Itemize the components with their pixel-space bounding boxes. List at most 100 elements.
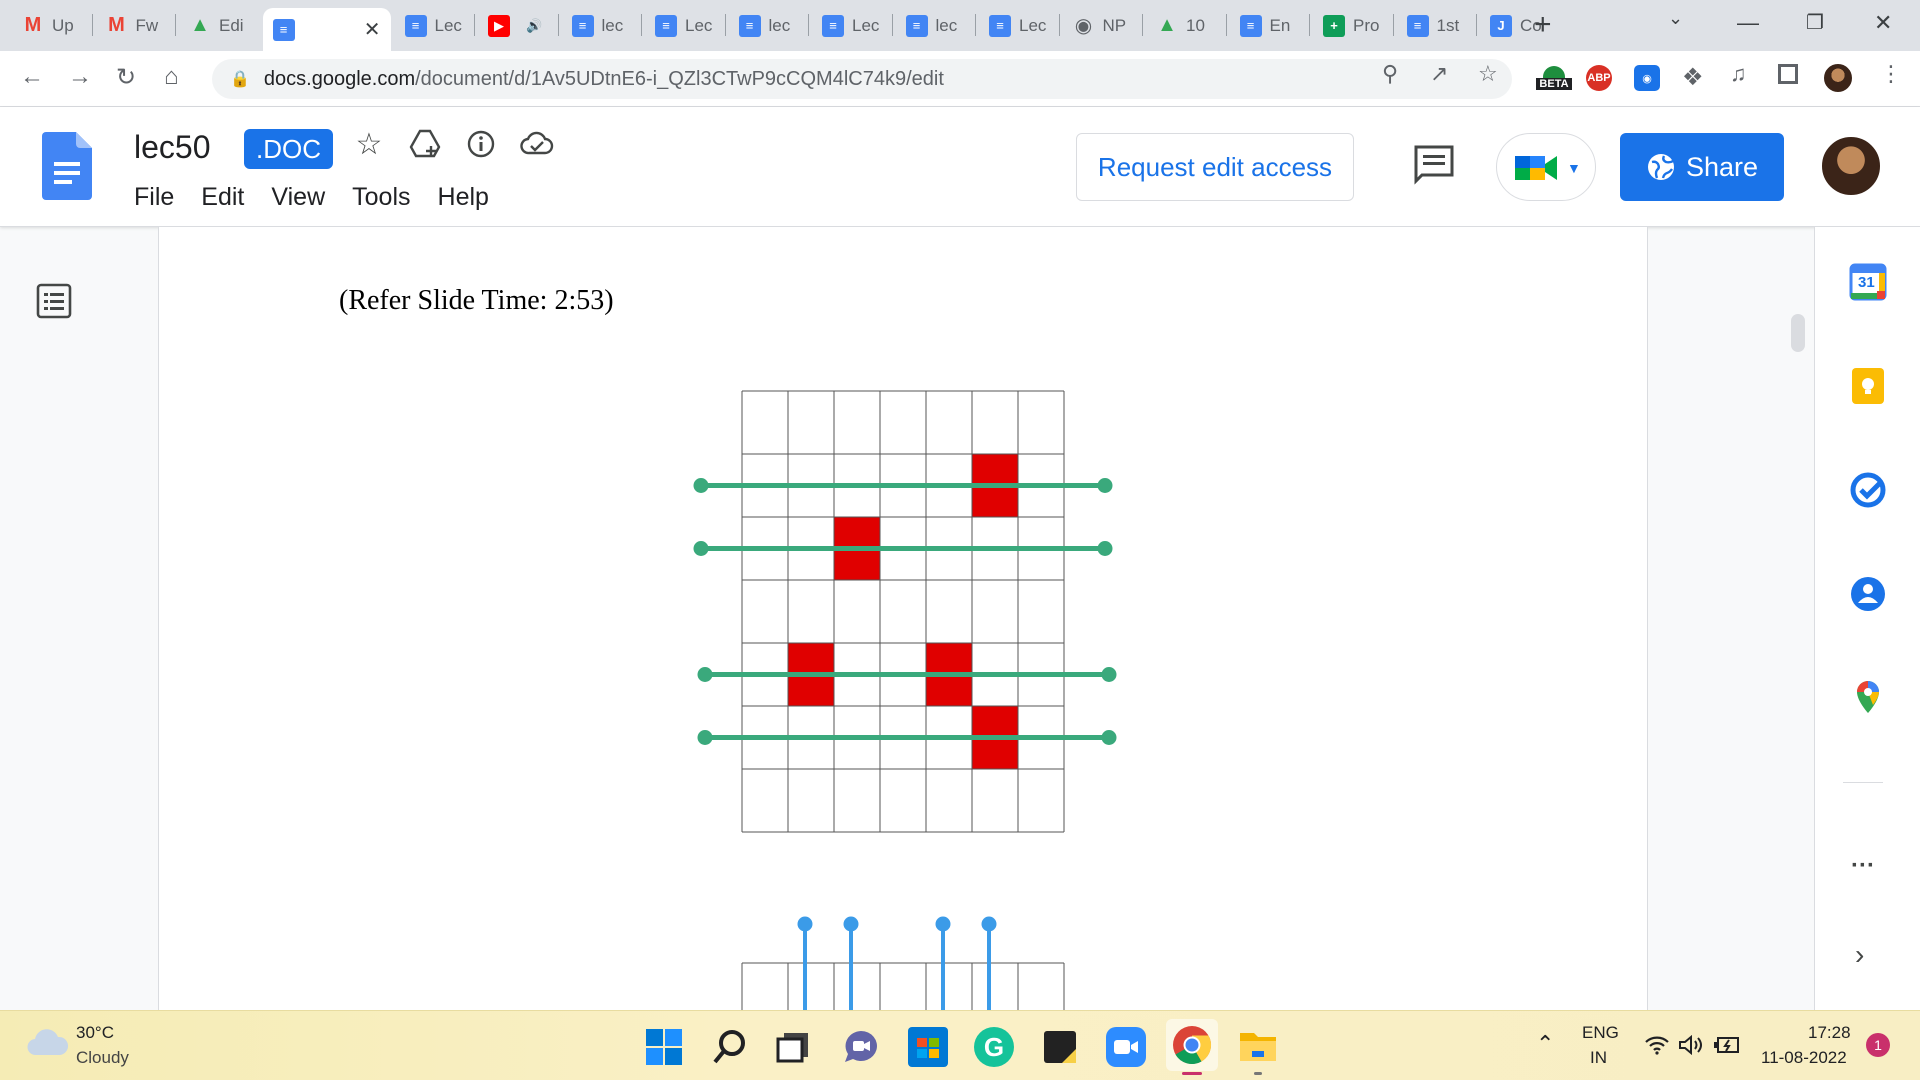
browser-tab[interactable]: ≡ lec [896,8,972,43]
browser-tab[interactable]: ≡ Lec [979,8,1055,43]
browser-tab[interactable]: ≡ ✕ [262,8,391,51]
browser-tab[interactable]: + Pro [1313,8,1389,43]
close-tab-icon[interactable]: ✕ [364,17,381,42]
drive-icon: ▲ [190,14,210,36]
browser-tab[interactable]: ≡ Lec [395,8,471,43]
more-apps-icon[interactable]: ··· [1851,852,1875,880]
profile-avatar[interactable] [1822,62,1854,94]
share-page-icon[interactable]: ↗ [1430,61,1448,87]
browser-tab[interactable]: ◉ NP [1063,8,1139,43]
battery-charging-icon[interactable] [1712,1035,1742,1055]
search-icon[interactable] [712,1029,748,1065]
browser-tab[interactable]: ≡ En [1230,8,1306,43]
weather-condition[interactable]: Cloudy [76,1048,129,1068]
tab-separator [1392,14,1394,36]
zoom-app-icon[interactable] [1106,1027,1146,1067]
wifi-icon[interactable] [1644,1035,1670,1055]
address-bar[interactable]: 🔒 docs.google.com/document/d/1Av5UDtnE6-… [212,59,1512,99]
zoom-icon[interactable]: ⚲ [1382,61,1398,87]
file-type-badge: .DOC [244,129,333,169]
adblock-extension-icon[interactable]: ABP [1586,65,1612,91]
share-button[interactable]: Share [1620,133,1784,201]
notification-badge[interactable]: 1 [1866,1033,1890,1057]
chrome-menu-icon[interactable]: ⋮ [1880,61,1902,87]
document-title[interactable]: lec50 [134,129,211,166]
sticky-notes-icon[interactable] [1042,1029,1078,1065]
lock-icon: 🔒 [230,71,250,88]
menu-edit[interactable]: Edit [201,183,244,212]
calendar-icon[interactable]: 31 [1849,263,1887,301]
browser-tab[interactable]: ≡ 1st [1397,8,1473,43]
chrome-icon[interactable] [1172,1025,1212,1065]
extensions-puzzle-icon[interactable]: ❖ [1682,63,1704,92]
meet-button[interactable]: ▼ [1496,133,1596,201]
document-info-icon[interactable] [464,127,498,161]
expand-panel-chevron-icon[interactable]: › [1855,939,1864,971]
browser-tab[interactable]: ≡ lec [729,8,805,43]
menu-tools[interactable]: Tools [352,183,410,212]
green-line-endpoint [693,478,709,493]
bookmark-star-icon[interactable]: ☆ [1478,61,1498,87]
microsoft-store-icon[interactable] [908,1027,948,1067]
contacts-icon[interactable] [1849,575,1887,613]
grammarly-icon[interactable]: G [974,1027,1014,1067]
language-region[interactable]: IN [1590,1048,1607,1068]
keep-icon[interactable] [1849,367,1887,405]
clock-date[interactable]: 11-08-2022 [1761,1048,1847,1068]
clock-time[interactable]: 17:28 [1808,1023,1851,1043]
google-docs-logo[interactable] [42,132,92,200]
tab-separator [1476,14,1477,36]
browser-tab-label: En [1269,15,1291,35]
audio-playing-icon[interactable]: 🔊 [526,18,542,34]
browser-tab[interactable]: M Fw [96,8,172,43]
google-meet-icon [1515,156,1557,180]
blue-pin-endpoint [935,916,951,932]
forward-button[interactable]: → [68,63,92,91]
vertical-scrollbar[interactable] [1791,314,1805,352]
browser-tab[interactable]: ≡ Lec [812,8,888,43]
menu-help[interactable]: Help [438,183,489,212]
new-tab-button[interactable]: + [1534,8,1552,42]
file-explorer-icon[interactable] [1238,1029,1278,1063]
browser-tab[interactable]: ≡ lec [562,8,638,43]
browser-tab[interactable]: ▲ Edi [179,8,255,43]
close-window-button[interactable]: ✕ [1874,10,1892,36]
restore-button[interactable]: ❐ [1806,10,1824,35]
browser-tab[interactable]: ▲ 10 [1146,8,1222,43]
browser-tab-label: Up [52,15,74,35]
tasks-icon[interactable] [1849,471,1887,509]
home-button[interactable]: ⌂ [164,63,179,91]
media-control-icon[interactable]: ♫ [1730,61,1747,87]
weather-temperature[interactable]: 30°C [76,1023,114,1043]
request-edit-access-button[interactable]: Request edit access [1076,133,1354,201]
cloud-saved-icon[interactable] [520,127,554,161]
tab-separator [1142,14,1143,36]
side-panel-icon[interactable] [1778,64,1798,84]
teams-chat-icon[interactable] [842,1029,880,1065]
show-hidden-icons-chevron-icon[interactable]: ⌃ [1536,1031,1554,1057]
menu-file[interactable]: File [134,183,174,212]
document-outline-icon[interactable] [36,283,72,319]
browser-tab[interactable]: ≡ Lec [645,8,721,43]
document-page[interactable]: (Refer Slide Time: 2:53) [158,227,1648,1010]
tab-search-icon[interactable]: ⌄ [1668,8,1683,29]
cloud-weather-icon[interactable] [26,1029,70,1057]
comments-icon[interactable] [1412,143,1456,187]
menu-view[interactable]: View [271,183,325,212]
windows-start-icon[interactable] [646,1029,682,1065]
add-to-drive-icon[interactable] [408,127,442,161]
reload-button[interactable]: ↻ [116,63,136,92]
language-code[interactable]: ENG [1582,1023,1619,1043]
browser-tab[interactable]: M Up [12,8,88,43]
minimize-button[interactable]: — [1737,10,1759,36]
beta-extension-icon[interactable]: BETA [1536,59,1572,97]
maps-icon[interactable] [1849,679,1887,717]
account-avatar[interactable] [1820,135,1882,197]
task-view-icon[interactable] [776,1031,810,1063]
screen-record-extension-icon[interactable]: ◉ [1634,65,1660,91]
back-button[interactable]: ← [20,63,44,91]
browser-tab-label: NP [1102,15,1127,35]
star-icon[interactable]: ☆ [352,127,386,161]
browser-tab[interactable]: ▶ 🔊 [478,8,554,43]
volume-icon[interactable] [1678,1035,1704,1055]
